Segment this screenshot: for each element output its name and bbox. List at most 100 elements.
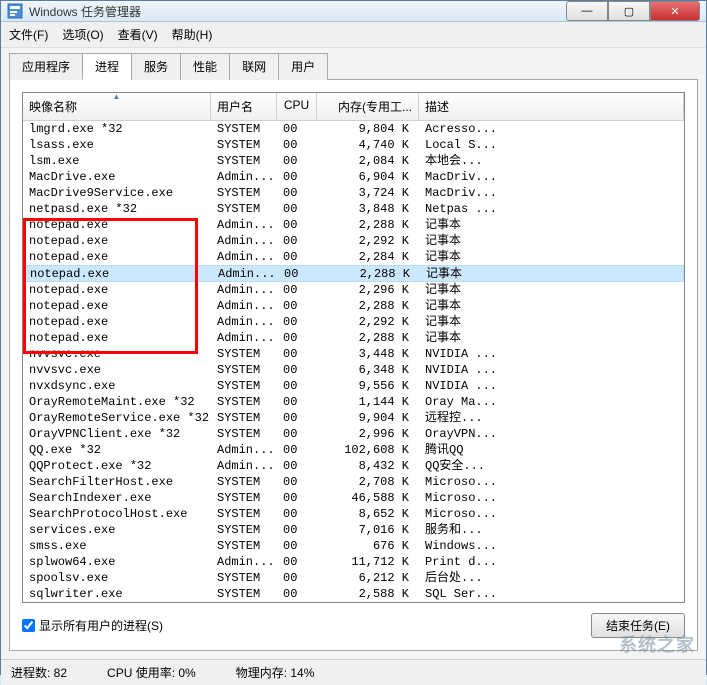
cell-mem: 6,348 K: [317, 362, 419, 378]
cell-cpu: 00: [277, 121, 317, 137]
cell-desc: NVIDIA ...: [419, 362, 684, 378]
menu-options[interactable]: 选项(O): [62, 26, 103, 43]
table-row[interactable]: SearchFilterHost.exeSYSTEM002,708 KMicro…: [23, 474, 684, 490]
tab-4[interactable]: 联网: [229, 53, 279, 80]
cell-mem: 8,652 K: [317, 506, 419, 522]
table-row[interactable]: spoolsv.exeSYSTEM006,212 K后台处...: [23, 570, 684, 586]
table-body[interactable]: lmgrd.exe *32SYSTEM009,804 KAcresso...ls…: [23, 121, 684, 602]
cell-mem: 9,804 K: [317, 121, 419, 137]
menu-help[interactable]: 帮助(H): [172, 26, 213, 43]
cell-desc: 后台处...: [419, 570, 684, 586]
cell-mem: 2,084 K: [317, 153, 419, 169]
tab-5[interactable]: 用户: [278, 53, 328, 80]
table-row[interactable]: notepad.exeAdmin...002,292 K记事本: [23, 233, 684, 249]
cell-desc: Microso...: [419, 506, 684, 522]
table-row[interactable]: QQProtect.exe *32Admin...008,432 KQQ安全..…: [23, 458, 684, 474]
cell-desc: Local S...: [419, 137, 684, 153]
show-all-checkbox-input[interactable]: [22, 619, 35, 632]
cell-mem: 676 K: [317, 538, 419, 554]
cell-user: SYSTEM: [211, 426, 277, 442]
menu-file[interactable]: 文件(F): [9, 26, 48, 43]
table-row[interactable]: MacDrive.exeAdmin...006,904 KMacDriv...: [23, 169, 684, 185]
cell-cpu: 00: [277, 490, 317, 506]
cell-mem: 9,904 K: [317, 410, 419, 426]
cell-user: Admin...: [211, 298, 277, 314]
cell-user: SYSTEM: [211, 394, 277, 410]
cell-desc: Windows...: [419, 538, 684, 554]
cell-desc: MacDriv...: [419, 185, 684, 201]
status-cpu: CPU 使用率: 0%: [107, 664, 196, 681]
cell-desc: 腾讯QQ: [419, 442, 684, 458]
table-row[interactable]: notepad.exeAdmin...002,296 K记事本: [23, 282, 684, 298]
table-row[interactable]: lsass.exeSYSTEM004,740 KLocal S...: [23, 137, 684, 153]
table-row[interactable]: SearchProtocolHost.exeSYSTEM008,652 KMic…: [23, 506, 684, 522]
table-row[interactable]: splwow64.exeAdmin...0011,712 KPrint d...: [23, 554, 684, 570]
tab-3[interactable]: 性能: [180, 53, 230, 80]
table-row[interactable]: SearchIndexer.exeSYSTEM0046,588 KMicroso…: [23, 490, 684, 506]
cell-image: QQProtect.exe *32: [23, 458, 211, 474]
table-row[interactable]: nvvsvc.exeSYSTEM003,448 KNVIDIA ...: [23, 346, 684, 362]
tab-1[interactable]: 进程: [82, 53, 132, 80]
cell-desc: 记事本: [419, 282, 684, 298]
tab-0[interactable]: 应用程序: [9, 53, 83, 80]
cell-image: lsm.exe: [23, 153, 211, 169]
cell-image: notepad.exe: [23, 330, 211, 346]
cell-mem: 3,724 K: [317, 185, 419, 201]
col-user-header[interactable]: 用户名: [211, 93, 277, 120]
table-row[interactable]: OrayVPNClient.exe *32SYSTEM002,996 KOray…: [23, 426, 684, 442]
col-image-header[interactable]: 映像名称: [23, 93, 211, 120]
cell-user: Admin...: [211, 330, 277, 346]
menubar: 文件(F) 选项(O) 查看(V) 帮助(H): [1, 22, 706, 48]
cell-cpu: 00: [277, 249, 317, 265]
cell-desc: OrayVPN...: [419, 426, 684, 442]
table-row[interactable]: notepad.exeAdmin...002,284 K记事本: [23, 249, 684, 265]
cell-mem: 2,296 K: [317, 282, 419, 298]
cell-cpu: 00: [277, 233, 317, 249]
table-row[interactable]: OrayRemoteMaint.exe *32SYSTEM001,144 KOr…: [23, 394, 684, 410]
cell-image: OrayRemoteMaint.exe *32: [23, 394, 211, 410]
table-row[interactable]: lsm.exeSYSTEM002,084 K本地会...: [23, 153, 684, 169]
table-row[interactable]: smss.exeSYSTEM00676 KWindows...: [23, 538, 684, 554]
process-table: 映像名称 用户名 CPU 内存(专用工... 描述 lmgrd.exe *32S…: [22, 92, 685, 603]
table-row[interactable]: netpasd.exe *32SYSTEM003,848 KNetpas ...: [23, 201, 684, 217]
show-all-users-checkbox[interactable]: 显示所有用户的进程(S): [22, 617, 163, 634]
cell-desc: 记事本: [419, 249, 684, 265]
tab-2[interactable]: 服务: [131, 53, 181, 80]
end-task-button[interactable]: 结束任务(E): [591, 613, 685, 638]
table-row[interactable]: notepad.exeAdmin...002,288 K记事本: [23, 217, 684, 233]
col-desc-header[interactable]: 描述: [419, 93, 684, 120]
minimize-button[interactable]: —: [566, 1, 608, 21]
table-row[interactable]: nvxdsync.exeSYSTEM009,556 KNVIDIA ...: [23, 378, 684, 394]
table-row[interactable]: nvvsvc.exeSYSTEM006,348 KNVIDIA ...: [23, 362, 684, 378]
table-row[interactable]: notepad.exeAdmin...002,292 K记事本: [23, 314, 684, 330]
close-button[interactable]: ✕: [650, 1, 700, 21]
cell-mem: 6,904 K: [317, 169, 419, 185]
cell-image: lsass.exe: [23, 137, 211, 153]
show-all-label: 显示所有用户的进程(S): [39, 617, 163, 634]
cell-user: Admin...: [211, 314, 277, 330]
table-row[interactable]: sqlwriter.exeSYSTEM002,588 KSQL Ser...: [23, 586, 684, 602]
col-cpu-header[interactable]: CPU: [277, 93, 317, 120]
col-mem-header[interactable]: 内存(专用工...: [317, 93, 419, 120]
table-row[interactable]: services.exeSYSTEM007,016 K服务和...: [23, 522, 684, 538]
cell-user: SYSTEM: [211, 378, 277, 394]
cell-desc: 远程控...: [419, 410, 684, 426]
table-row[interactable]: lmgrd.exe *32SYSTEM009,804 KAcresso...: [23, 121, 684, 137]
table-row[interactable]: notepad.exeAdmin...002,288 K记事本: [23, 298, 684, 314]
table-row[interactable]: QQ.exe *32Admin...00102,608 K腾讯QQ: [23, 442, 684, 458]
cell-image: notepad.exe: [23, 217, 211, 233]
cell-desc: 服务和...: [419, 522, 684, 538]
cell-cpu: 00: [277, 458, 317, 474]
table-row[interactable]: OrayRemoteService.exe *32SYSTEM009,904 K…: [23, 410, 684, 426]
titlebar[interactable]: Windows 任务管理器 — ▢ ✕: [1, 1, 706, 22]
cell-desc: Oray Ma...: [419, 394, 684, 410]
maximize-button[interactable]: ▢: [608, 1, 650, 21]
table-row[interactable]: notepad.exeAdmin...002,288 K记事本: [23, 330, 684, 346]
cell-image: lmgrd.exe *32: [23, 121, 211, 137]
content: 应用程序进程服务性能联网用户 映像名称 用户名 CPU 内存(专用工... 描述…: [1, 48, 706, 659]
table-row[interactable]: notepad.exeAdmin...002,288 K记事本: [23, 265, 684, 282]
table-row[interactable]: MacDrive9Service.exeSYSTEM003,724 KMacDr…: [23, 185, 684, 201]
cell-image: nvvsvc.exe: [23, 346, 211, 362]
menu-view[interactable]: 查看(V): [118, 26, 158, 43]
statusbar: 进程数: 82 CPU 使用率: 0% 物理内存: 14%: [1, 659, 706, 685]
